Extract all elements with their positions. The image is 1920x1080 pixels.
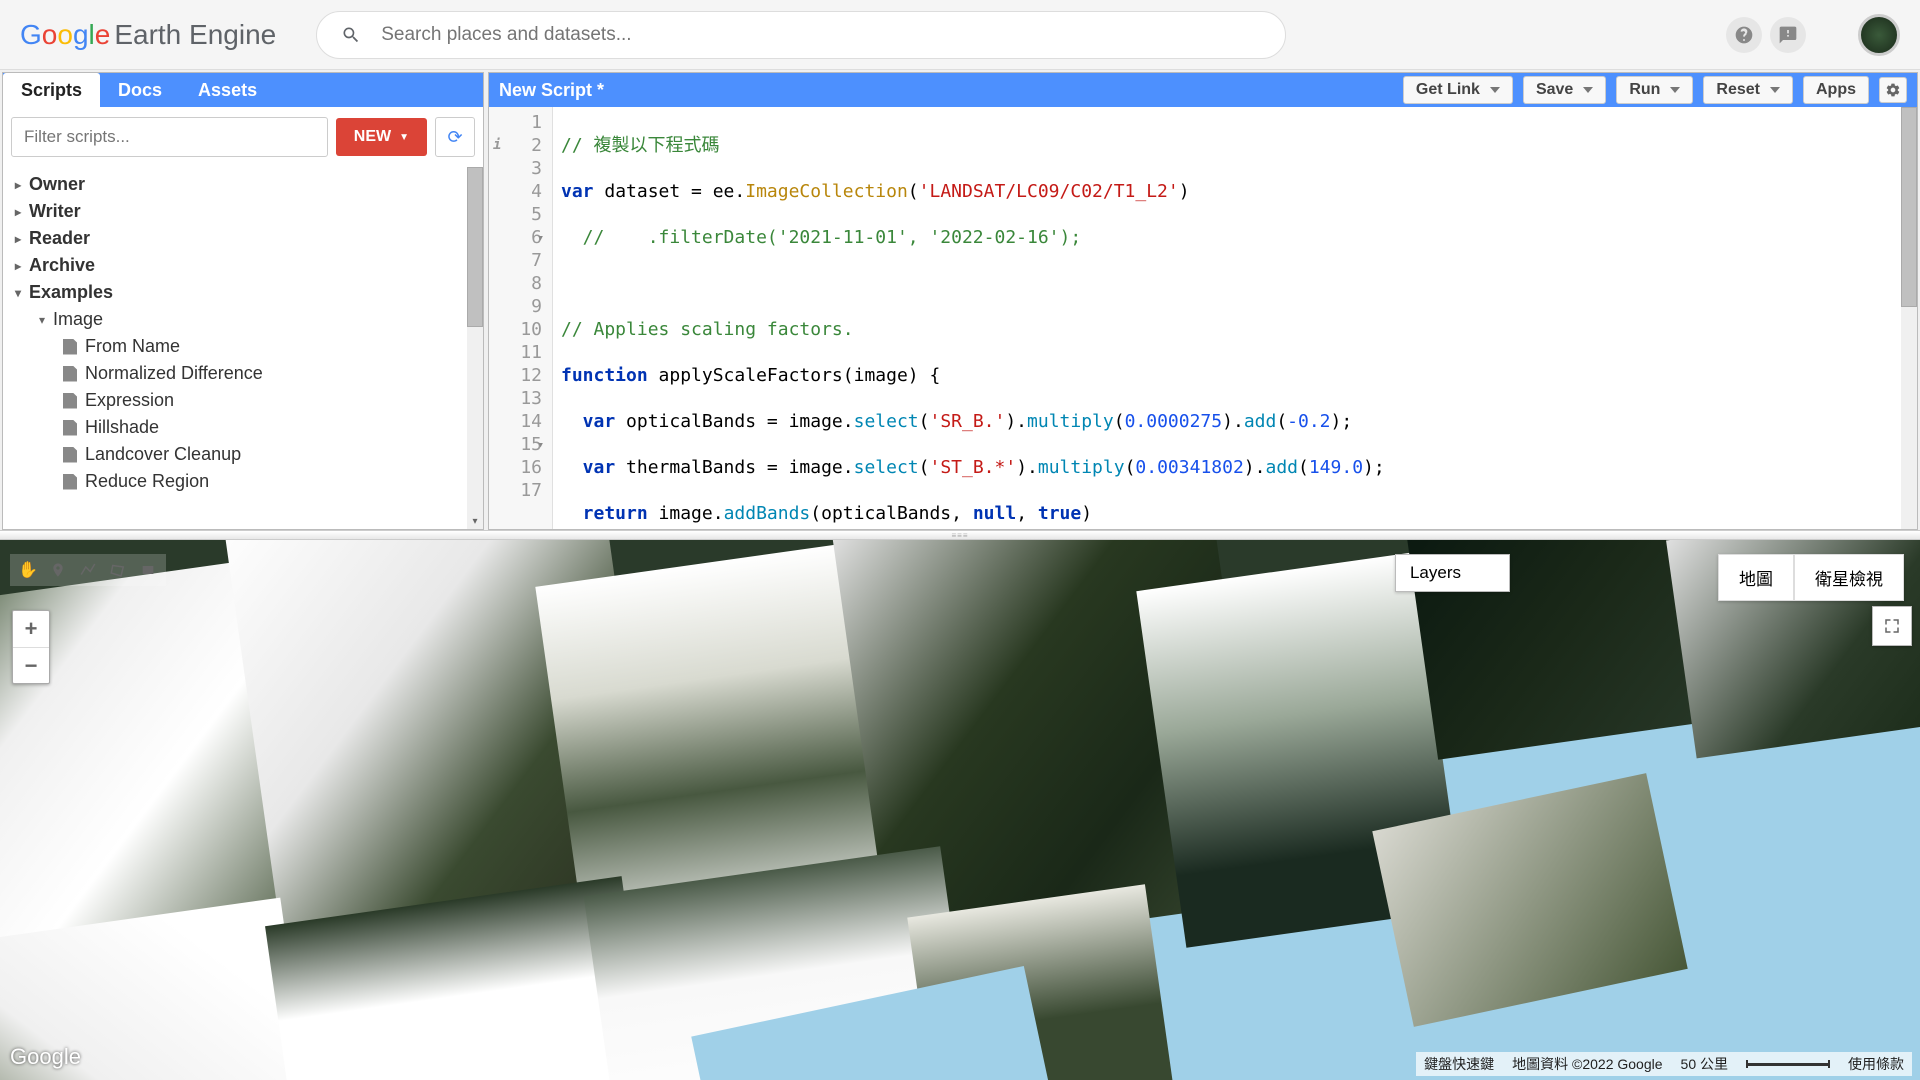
tree-label: Hillshade — [85, 417, 159, 438]
code-editor-panel: New Script * Get Link Save Run Reset App… — [488, 72, 1918, 530]
new-button[interactable]: NEW — [336, 118, 427, 156]
editor-scrollbar[interactable] — [1901, 107, 1917, 529]
tree-label: Archive — [29, 255, 95, 276]
file-icon — [63, 474, 77, 490]
scrollbar[interactable] — [467, 167, 483, 529]
tree-file[interactable]: Normalized Difference — [3, 360, 483, 387]
filter-scripts-input[interactable] — [11, 117, 328, 157]
app-header: Google Earth Engine — [0, 0, 1920, 70]
main-content: Scripts Docs Assets NEW ⟳ ▸Owner ▸Writer… — [0, 70, 1920, 530]
tab-docs[interactable]: Docs — [100, 73, 180, 107]
help-icon[interactable] — [1726, 17, 1762, 53]
layers-button[interactable]: Layers — [1395, 554, 1510, 592]
panel-tabs: Scripts Docs Assets — [3, 73, 483, 107]
zoom-controls: + − — [12, 610, 50, 684]
search-icon — [341, 25, 361, 45]
tree-file[interactable]: Reduce Region — [3, 468, 483, 495]
scripts-tree: ▸Owner ▸Writer ▸Reader ▸Archive ▾Example… — [3, 167, 483, 529]
map-footer: 鍵盤快速鍵 地圖資料 ©2022 Google 50 公里 使用條款 — [1416, 1052, 1912, 1076]
tree-label: Image — [53, 309, 103, 330]
marker-tool-icon[interactable] — [44, 558, 72, 582]
line-tool-icon[interactable] — [74, 558, 102, 582]
file-icon — [63, 420, 77, 436]
tree-owner[interactable]: ▸Owner — [3, 171, 483, 198]
map-type-satellite[interactable]: 衛星檢視 — [1794, 554, 1904, 601]
tab-scripts[interactable]: Scripts — [3, 73, 100, 107]
filter-row: NEW ⟳ — [3, 107, 483, 167]
save-button[interactable]: Save — [1523, 76, 1606, 104]
tree-archive[interactable]: ▸Archive — [3, 252, 483, 279]
tree-file[interactable]: Landcover Cleanup — [3, 441, 483, 468]
fullscreen-icon — [1883, 617, 1901, 635]
file-icon — [63, 393, 77, 409]
tree-label: Normalized Difference — [85, 363, 263, 384]
keyboard-shortcuts-link[interactable]: 鍵盤快速鍵 — [1424, 1054, 1494, 1074]
settings-button[interactable] — [1879, 77, 1907, 103]
google-map-logo: Google — [10, 1044, 81, 1070]
panel-splitter[interactable] — [0, 530, 1920, 540]
tree-file[interactable]: From Name — [3, 333, 483, 360]
reset-button[interactable]: Reset — [1703, 76, 1793, 104]
tree-label: Examples — [29, 282, 113, 303]
scripts-panel: Scripts Docs Assets NEW ⟳ ▸Owner ▸Writer… — [2, 72, 484, 530]
tree-image-folder[interactable]: ▾Image — [3, 306, 483, 333]
tree-writer[interactable]: ▸Writer — [3, 198, 483, 225]
scale-label: 50 公里 — [1681, 1054, 1728, 1074]
rectangle-tool-icon[interactable] — [134, 558, 162, 582]
google-earth-engine-logo[interactable]: Google Earth Engine — [20, 19, 276, 51]
scrollbar-thumb[interactable] — [1901, 107, 1917, 307]
tree-label: Owner — [29, 174, 85, 195]
code-content[interactable]: // 複製以下程式碼 var dataset = ee.ImageCollect… — [553, 107, 1393, 529]
map-drawing-toolbar: ✋ — [10, 554, 166, 586]
tree-label: Reader — [29, 228, 90, 249]
scrollbar-thumb[interactable] — [467, 167, 483, 327]
tree-file[interactable]: Hillshade — [3, 414, 483, 441]
tree-label: Landcover Cleanup — [85, 444, 241, 465]
scroll-down-icon[interactable]: ▾ — [467, 513, 483, 529]
code-editor[interactable]: 1234567891011121314151617 // 複製以下程式碼 var… — [489, 107, 1917, 529]
tree-label: Reduce Region — [85, 471, 209, 492]
editor-header: New Script * Get Link Save Run Reset App… — [489, 73, 1917, 107]
apps-menu-icon[interactable] — [1814, 17, 1850, 53]
get-link-button[interactable]: Get Link — [1403, 76, 1513, 104]
file-icon — [63, 339, 77, 355]
tree-examples[interactable]: ▾Examples — [3, 279, 483, 306]
editor-toolbar: Get Link Save Run Reset Apps — [1403, 76, 1907, 104]
zoom-out-button[interactable]: − — [13, 647, 49, 683]
satellite-imagery — [0, 540, 1920, 1080]
tab-assets[interactable]: Assets — [180, 73, 275, 107]
tree-reader[interactable]: ▸Reader — [3, 225, 483, 252]
run-button[interactable]: Run — [1616, 76, 1693, 104]
terms-link[interactable]: 使用條款 — [1848, 1054, 1904, 1074]
search-box[interactable] — [316, 11, 1286, 59]
file-icon — [63, 366, 77, 382]
tree-label: From Name — [85, 336, 180, 357]
user-avatar[interactable] — [1858, 14, 1900, 56]
pan-tool-icon[interactable]: ✋ — [14, 558, 42, 582]
tree-label: Expression — [85, 390, 174, 411]
map-attribution: 地圖資料 ©2022 Google — [1512, 1054, 1662, 1074]
line-gutter: 1234567891011121314151617 — [489, 107, 553, 529]
feedback-icon[interactable] — [1770, 17, 1806, 53]
map-type-map[interactable]: 地圖 — [1718, 554, 1794, 601]
map-view[interactable]: ✋ + − Layers 地圖 衛星檢視 Google 鍵盤快速鍵 地圖資料 ©… — [0, 540, 1920, 1080]
refresh-button[interactable]: ⟳ — [435, 117, 475, 157]
script-title: New Script * — [499, 80, 604, 101]
apps-button[interactable]: Apps — [1803, 76, 1869, 104]
product-name: Earth Engine — [114, 19, 276, 51]
search-input[interactable] — [381, 24, 1261, 46]
file-icon — [63, 447, 77, 463]
polygon-tool-icon[interactable] — [104, 558, 132, 582]
tree-label: Writer — [29, 201, 81, 222]
scale-bar — [1746, 1063, 1830, 1066]
header-actions — [1726, 14, 1900, 56]
gear-icon — [1885, 82, 1901, 98]
tree-file[interactable]: Expression — [3, 387, 483, 414]
zoom-in-button[interactable]: + — [13, 611, 49, 647]
fullscreen-button[interactable] — [1872, 606, 1912, 646]
map-type-toggle: 地圖 衛星檢視 — [1718, 554, 1904, 601]
